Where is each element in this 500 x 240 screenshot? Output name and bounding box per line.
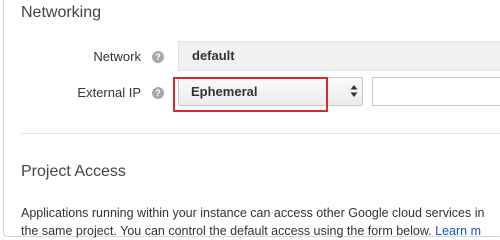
network-value-field: default xyxy=(178,41,500,71)
panel-frame xyxy=(3,0,500,237)
network-label: Network xyxy=(93,49,141,64)
select-updown-icon xyxy=(350,85,358,97)
external-ip-address-input[interactable] xyxy=(372,77,500,106)
learn-more-link[interactable]: Learn m xyxy=(435,224,481,238)
external-ip-label: External IP xyxy=(77,85,141,100)
external-ip-help-icon[interactable]: ? xyxy=(152,87,164,99)
description-line-2-text: the same project. You can control the de… xyxy=(21,224,432,238)
network-help-icon[interactable]: ? xyxy=(152,51,164,63)
project-access-description: Applications running within your instanc… xyxy=(21,204,500,240)
description-line-2: the same project. You can control the de… xyxy=(21,222,500,240)
external-ip-select[interactable]: Ephemeral xyxy=(178,77,363,106)
section-divider xyxy=(21,133,500,134)
project-access-heading: Project Access xyxy=(21,163,126,180)
external-ip-selected-value: Ephemeral xyxy=(191,84,258,99)
description-line-1: Applications running within your instanc… xyxy=(21,206,485,220)
networking-heading: Networking xyxy=(21,4,102,21)
